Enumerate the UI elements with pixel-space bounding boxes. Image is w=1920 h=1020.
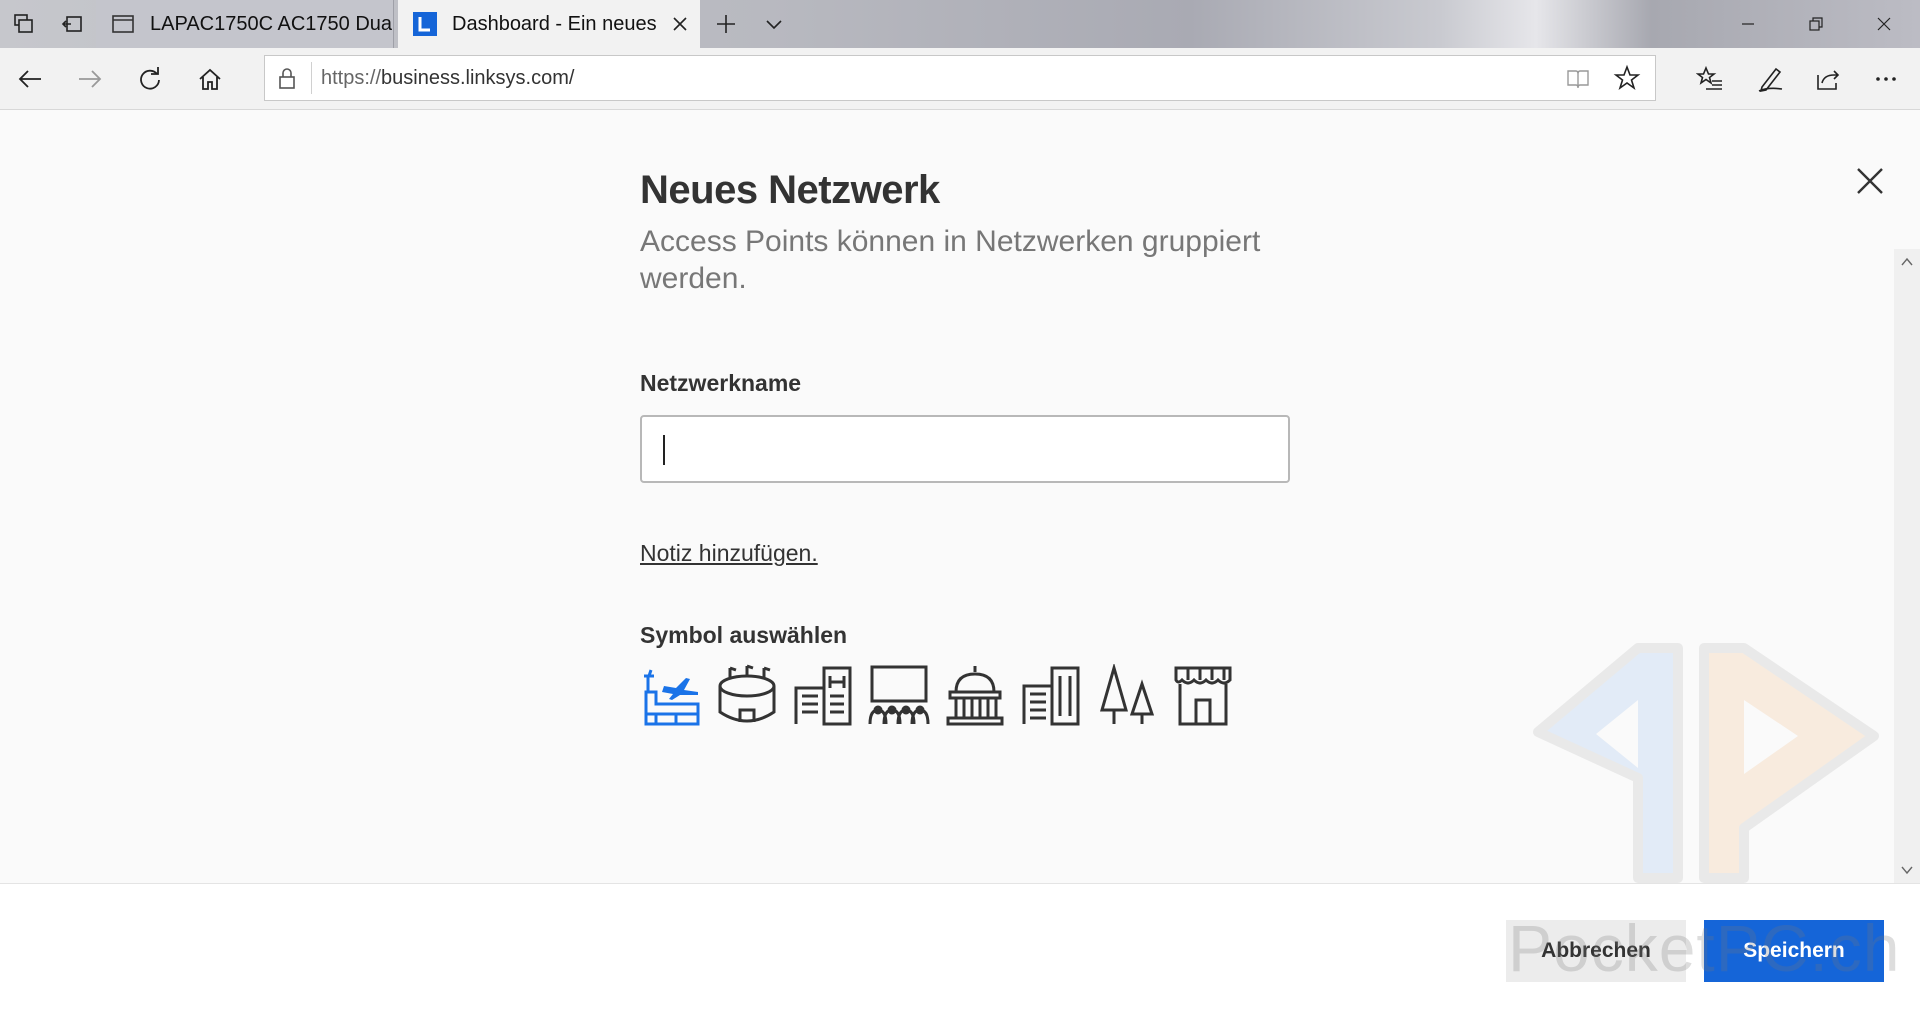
- url-host: business.linksys.com/: [381, 67, 575, 89]
- stadium-icon[interactable]: [716, 664, 778, 726]
- hospital-icon[interactable]: [792, 664, 854, 726]
- tab-title: LAPAC1750C AC1750 Dual E: [150, 12, 393, 35]
- new-tab-icon[interactable]: [714, 12, 738, 36]
- scroll-up-icon[interactable]: [1896, 251, 1918, 273]
- restore-window-icon[interactable]: [1782, 0, 1850, 48]
- symbol-select-label: Symbol auswählen: [640, 622, 848, 648]
- forward-arrow-icon[interactable]: [72, 61, 108, 97]
- refresh-icon[interactable]: [132, 61, 168, 97]
- scroll-down-icon[interactable]: [1896, 859, 1918, 881]
- favorite-star-icon[interactable]: [1613, 64, 1641, 92]
- network-name-label: Netzwerkname: [640, 370, 802, 396]
- browser-tab-strip: LAPAC1750C AC1750 Dual E Dashboard - Ein…: [0, 0, 1920, 48]
- close-dialog-icon[interactable]: [1852, 163, 1888, 199]
- close-window-icon[interactable]: [1850, 0, 1918, 48]
- pen-notes-icon[interactable]: [1752, 61, 1788, 97]
- back-arrow-icon[interactable]: [12, 61, 48, 97]
- lock-icon: [279, 68, 295, 89]
- scrollbar[interactable]: [1894, 249, 1920, 885]
- tab-preview-chevron-icon[interactable]: [762, 12, 786, 36]
- dialog-title: Neues Netzwerk: [640, 168, 940, 212]
- url-protocol: https://: [321, 67, 382, 89]
- address-bar[interactable]: https://business.linksys.com/: [264, 55, 1656, 101]
- favorites-list-icon[interactable]: [1692, 61, 1728, 97]
- reading-view-icon[interactable]: [1565, 66, 1591, 92]
- tab-dashboard[interactable]: Dashboard - Ein neues I: [398, 0, 700, 48]
- theater-icon[interactable]: [868, 664, 930, 726]
- home-icon[interactable]: [192, 61, 228, 97]
- tabs-aside-icon[interactable]: [60, 12, 84, 36]
- page-icon: [112, 15, 134, 33]
- share-icon[interactable]: [1810, 61, 1846, 97]
- network-name-input[interactable]: [640, 415, 1290, 483]
- dialog-header: Neues Netzwerk Access Points können in N…: [640, 168, 1300, 297]
- address-separator: [311, 62, 312, 94]
- minimize-window-icon[interactable]: [1714, 0, 1782, 48]
- symbol-picker: [640, 664, 1234, 726]
- airport-icon[interactable]: [640, 664, 702, 726]
- more-options-icon[interactable]: [1868, 61, 1904, 97]
- tab-title: Dashboard - Ein neues I: [452, 12, 660, 35]
- store-icon[interactable]: [1172, 664, 1234, 726]
- browser-nav-bar: https://business.linksys.com/: [0, 48, 1920, 110]
- close-tab-icon[interactable]: [660, 0, 700, 48]
- government-building-icon[interactable]: [944, 664, 1006, 726]
- url-text[interactable]: https://business.linksys.com/: [321, 67, 574, 90]
- tab-linksys-product[interactable]: LAPAC1750C AC1750 Dual E: [96, 0, 394, 48]
- office-buildings-icon[interactable]: [1020, 664, 1082, 726]
- cancel-button[interactable]: Abbrechen: [1506, 920, 1686, 982]
- park-trees-icon[interactable]: [1096, 664, 1158, 726]
- text-caret: [663, 435, 665, 465]
- linksys-favicon-icon: [413, 12, 437, 36]
- add-note-link[interactable]: Notiz hinzufügen.: [640, 540, 818, 567]
- dialog-subtitle: Access Points können in Netzwerken grupp…: [640, 225, 1261, 295]
- tab-manager-icon[interactable]: [12, 12, 36, 36]
- save-button[interactable]: Speichern: [1704, 920, 1884, 982]
